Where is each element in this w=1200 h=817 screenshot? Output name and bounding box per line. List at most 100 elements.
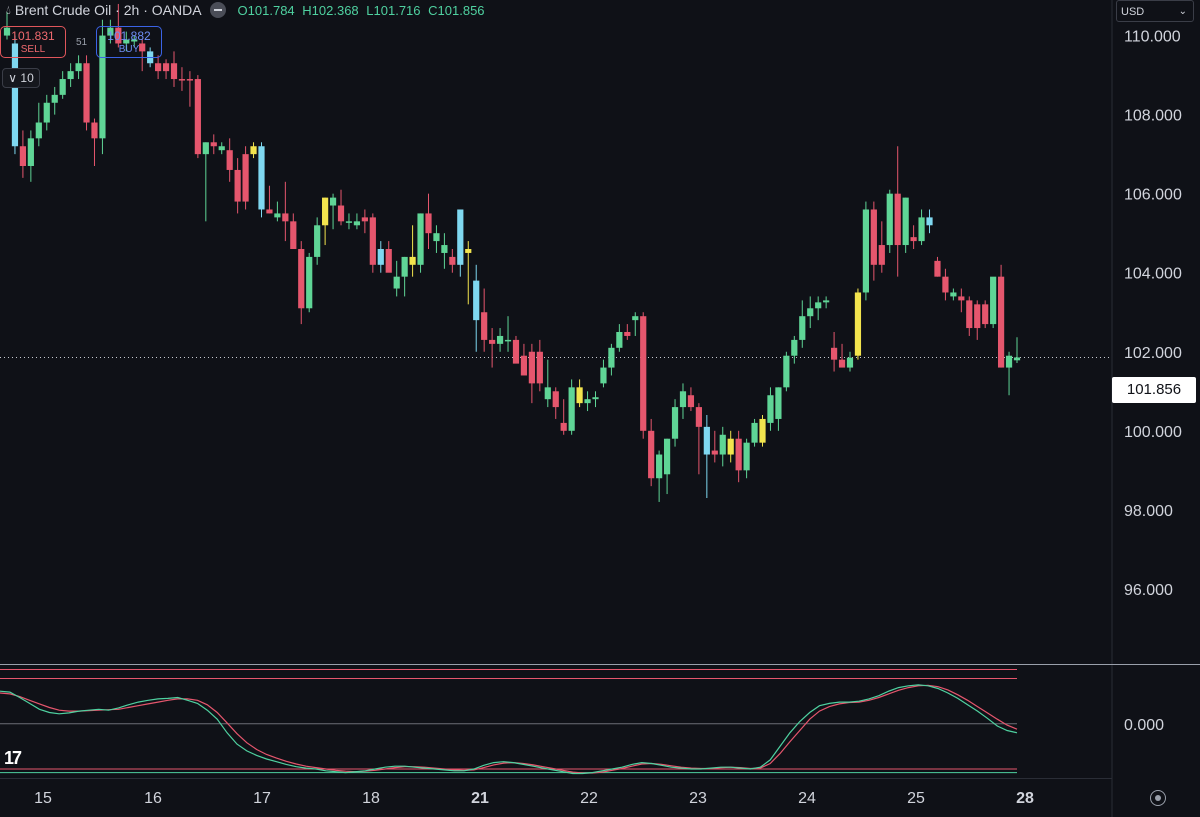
candle[interactable]: [918, 209, 925, 246]
candle[interactable]: [846, 351, 854, 372]
candle[interactable]: [361, 209, 368, 234]
candle[interactable]: [656, 450, 663, 502]
candle[interactable]: [703, 415, 710, 498]
candle[interactable]: [441, 233, 448, 269]
candle[interactable]: [337, 189, 345, 226]
candle[interactable]: [711, 430, 718, 463]
price-chart[interactable]: 110.000108.000106.000104.000102.000100.0…: [0, 0, 1200, 817]
candle[interactable]: [799, 300, 806, 348]
candle[interactable]: [966, 296, 973, 336]
symbol-title[interactable]: Brent Crude Oil · 2h · OANDA: [15, 2, 202, 18]
candle[interactable]: [194, 75, 201, 159]
candle[interactable]: [751, 418, 758, 447]
candle[interactable]: [926, 209, 933, 234]
candle[interactable]: [990, 276, 997, 329]
candle[interactable]: [377, 241, 384, 273]
candle[interactable]: [329, 193, 337, 230]
volume-toggle[interactable]: ∨ 10: [2, 68, 40, 88]
candle[interactable]: [75, 55, 82, 80]
candle[interactable]: [83, 55, 90, 131]
candle[interactable]: [687, 387, 695, 412]
sell-button[interactable]: 101.831 SELL: [0, 26, 66, 58]
candle[interactable]: [234, 158, 241, 214]
candle[interactable]: [878, 221, 885, 273]
candle[interactable]: [640, 312, 647, 439]
candle[interactable]: [520, 343, 528, 376]
candle[interactable]: [457, 209, 464, 277]
candle[interactable]: [648, 418, 655, 487]
candle[interactable]: [393, 260, 400, 297]
candle[interactable]: [186, 71, 194, 107]
candle[interactable]: [202, 142, 209, 222]
candle[interactable]: [536, 339, 543, 392]
candle[interactable]: [496, 328, 504, 352]
candle[interactable]: [958, 288, 965, 313]
candle[interactable]: [91, 118, 98, 166]
candle[interactable]: [886, 189, 893, 253]
candle[interactable]: [250, 142, 257, 159]
candle[interactable]: [258, 142, 265, 218]
hide-indicator-icon[interactable]: [209, 2, 226, 18]
candle[interactable]: [1013, 337, 1021, 363]
candle[interactable]: [59, 71, 66, 99]
candle[interactable]: [489, 328, 496, 368]
candle[interactable]: [51, 86, 58, 115]
candle[interactable]: [409, 225, 416, 277]
candle[interactable]: [314, 217, 321, 265]
candle[interactable]: [162, 59, 170, 80]
candle[interactable]: [719, 426, 726, 467]
candle[interactable]: [608, 343, 615, 376]
candle[interactable]: [417, 213, 424, 273]
candle[interactable]: [67, 63, 74, 87]
candle[interactable]: [528, 343, 535, 404]
candle[interactable]: [727, 430, 734, 463]
candle[interactable]: [226, 138, 233, 182]
candle[interactable]: [830, 332, 838, 372]
candle[interactable]: [854, 288, 862, 360]
candle[interactable]: [504, 316, 512, 352]
candle[interactable]: [552, 387, 559, 419]
candle[interactable]: [584, 391, 591, 412]
candle[interactable]: [902, 197, 909, 253]
candle[interactable]: [35, 102, 42, 147]
candle[interactable]: [592, 391, 599, 408]
candle[interactable]: [679, 383, 687, 419]
candle[interactable]: [910, 225, 917, 249]
candle[interactable]: [823, 296, 830, 309]
candle[interactable]: [345, 213, 353, 230]
candle[interactable]: [982, 300, 989, 329]
candle[interactable]: [290, 213, 297, 249]
candle[interactable]: [218, 142, 225, 155]
candle[interactable]: [306, 252, 313, 313]
candle[interactable]: [974, 300, 981, 340]
candle[interactable]: [266, 185, 273, 214]
candle[interactable]: [512, 335, 520, 364]
candle[interactable]: [783, 351, 790, 392]
candle[interactable]: [950, 288, 957, 301]
candle[interactable]: [560, 399, 567, 435]
candle[interactable]: [465, 241, 472, 305]
candle[interactable]: [743, 438, 750, 479]
candle[interactable]: [473, 264, 480, 352]
candle[interactable]: [775, 387, 782, 431]
candle[interactable]: [759, 415, 766, 447]
candle[interactable]: [27, 130, 34, 182]
candle[interactable]: [767, 387, 774, 431]
candle[interactable]: [544, 359, 551, 408]
candle[interactable]: [735, 430, 742, 483]
candle[interactable]: [170, 51, 178, 87]
candle[interactable]: [1005, 351, 1013, 396]
candle[interactable]: [815, 296, 822, 321]
candle[interactable]: [791, 335, 798, 364]
candle[interactable]: [385, 241, 392, 273]
candle[interactable]: [481, 288, 488, 352]
candle[interactable]: [838, 343, 846, 368]
settings-icon[interactable]: [1150, 790, 1166, 806]
candle[interactable]: [425, 193, 432, 249]
candle[interactable]: [624, 324, 631, 340]
candle[interactable]: [433, 225, 440, 253]
candle[interactable]: [369, 213, 376, 273]
candle[interactable]: [663, 438, 671, 495]
candle[interactable]: [19, 130, 27, 178]
candle[interactable]: [934, 256, 941, 277]
